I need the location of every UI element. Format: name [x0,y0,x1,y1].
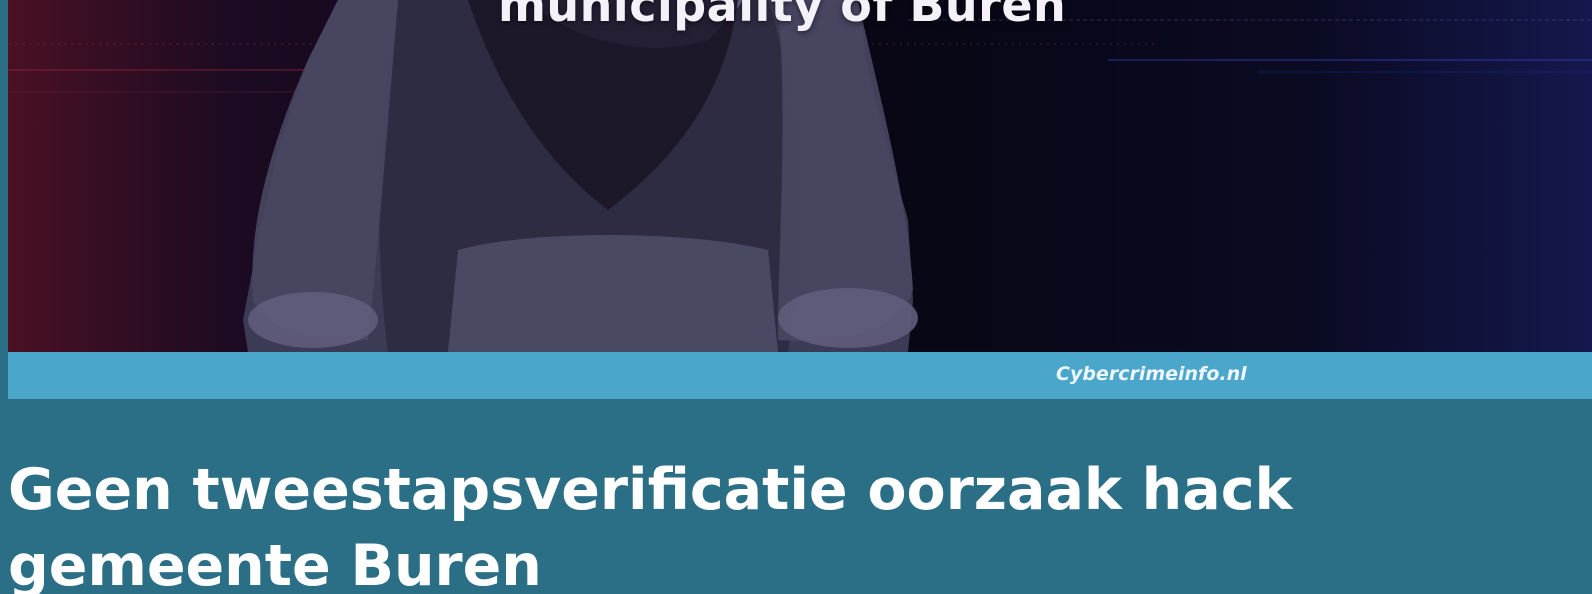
caption-bar: Cybercrimeinfo.nl [8,352,1592,399]
hooded-figure-illustration [8,0,1592,352]
source-caption: Cybercrimeinfo.nl [1056,363,1247,385]
hero-image: municipality of Buren [8,0,1592,352]
hero-banner: municipality of Buren Cybercrimeinfo.nl [8,0,1592,400]
article-title: Geen tweestapsverificatie oorzaak hack g… [8,457,1293,594]
left-edge-strip [0,0,8,400]
article-page: municipality of Buren Cybercrimeinfo.nl … [0,0,1592,594]
hero-headline: municipality of Buren [498,0,1067,32]
